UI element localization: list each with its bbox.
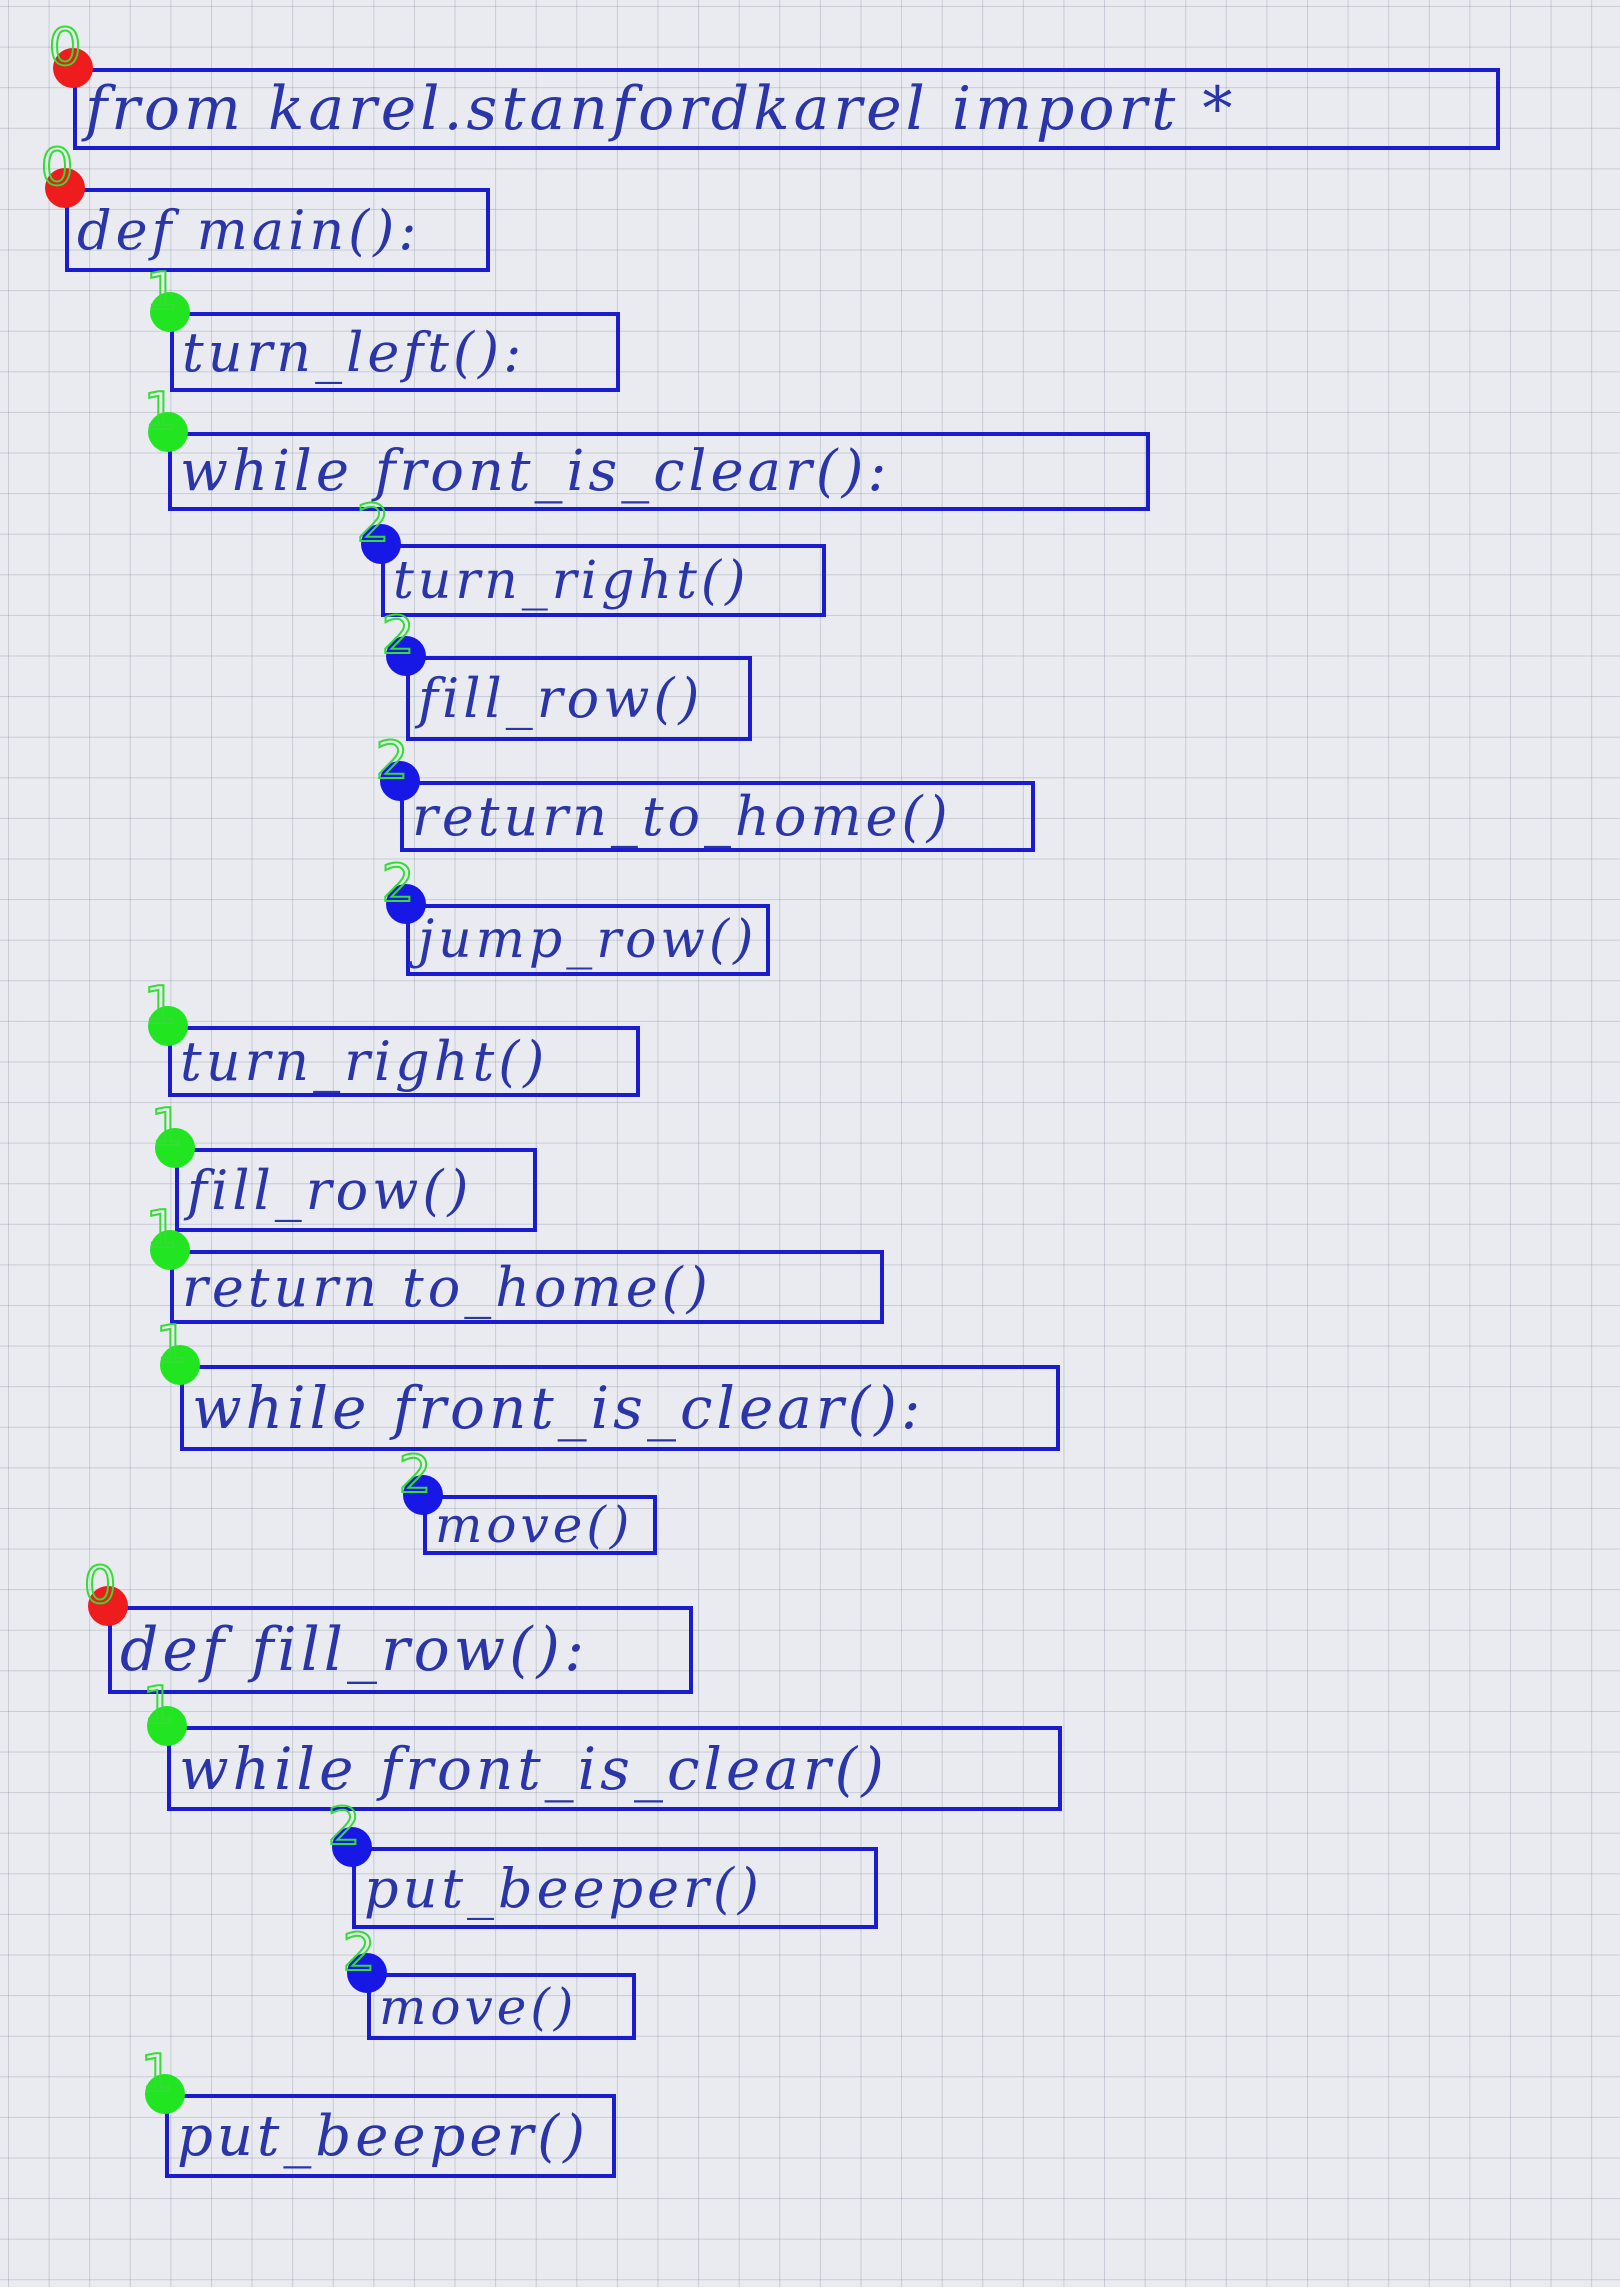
line-bounding-box: jump_row() (406, 904, 770, 976)
line-bounding-box: while front_is_clear(): (168, 432, 1150, 511)
line-text: move() (379, 1977, 578, 2036)
line-text: def main(): (77, 198, 421, 262)
line-bounding-box: return_to_home() (400, 781, 1035, 852)
line-bounding-box: move() (423, 1495, 657, 1555)
line-bounding-box: while front_is_clear() (167, 1726, 1062, 1811)
indent-level-label: 2 (355, 494, 390, 554)
line-text: jump_row() (418, 910, 758, 970)
line-text: turn_left(): (182, 320, 526, 384)
line-bounding-box: turn_right() (168, 1026, 640, 1097)
indent-level-label: 2 (380, 854, 415, 914)
indent-level-label: 1 (141, 1676, 176, 1736)
line-bounding-box: from karel.stanfordkarel import * (73, 68, 1500, 150)
line-bounding-box: put_beeper() (352, 1847, 878, 1929)
indent-level-label: 1 (142, 382, 177, 442)
line-text: while front_is_clear() (179, 1734, 888, 1803)
line-bounding-box: put_beeper() (165, 2094, 616, 2178)
indent-level-label: 2 (397, 1445, 432, 1505)
line-text: fill_row() (418, 667, 704, 730)
line-bounding-box: fill_row() (175, 1148, 537, 1232)
line-text: return_to_home() (412, 785, 952, 848)
indent-level-label: 0 (82, 1556, 117, 1616)
indent-level-label: 2 (374, 731, 409, 791)
indent-level-label: 1 (139, 2044, 174, 2104)
indent-level-label: 2 (326, 1797, 361, 1857)
indent-level-label: 0 (39, 138, 74, 198)
line-bounding-box: turn_right() (381, 544, 826, 617)
line-text: put_beeper() (177, 2103, 589, 2169)
line-bounding-box: return to_home() (170, 1250, 884, 1324)
notebook-page: from karel.stanfordkarel import * 0 def ma… (0, 0, 1620, 2287)
line-bounding-box: def main(): (65, 188, 490, 272)
indent-level-label: 0 (47, 18, 82, 78)
line-bounding-box: turn_left(): (170, 312, 620, 392)
line-text: while front_is_clear(): (180, 439, 891, 504)
line-text: from karel.stanfordkarel import * (85, 74, 1237, 144)
indent-level-label: 1 (154, 1315, 189, 1375)
line-bounding-box: fill_row() (406, 656, 752, 741)
line-text: return to_home() (182, 1255, 712, 1319)
indent-level-label: 1 (144, 1200, 179, 1260)
line-bounding-box: while front_is_clear(): (180, 1365, 1060, 1451)
line-text: turn_right() (180, 1030, 549, 1093)
indent-level-label: 1 (144, 262, 179, 322)
line-text: fill_row() (187, 1158, 473, 1222)
line-text: turn_right() (393, 550, 750, 611)
line-text: def fill_row(): (120, 1615, 589, 1685)
line-text: move() (435, 1496, 634, 1554)
indent-level-label: 2 (380, 606, 415, 666)
indent-level-label: 2 (341, 1923, 376, 1983)
indent-level-label: 1 (149, 1098, 184, 1158)
line-bounding-box: move() (367, 1973, 636, 2040)
indent-level-label: 1 (142, 976, 177, 1036)
line-bounding-box: def fill_row(): (108, 1606, 693, 1694)
line-text: while front_is_clear(): (192, 1374, 925, 1442)
line-text: put_beeper() (364, 1856, 763, 1920)
